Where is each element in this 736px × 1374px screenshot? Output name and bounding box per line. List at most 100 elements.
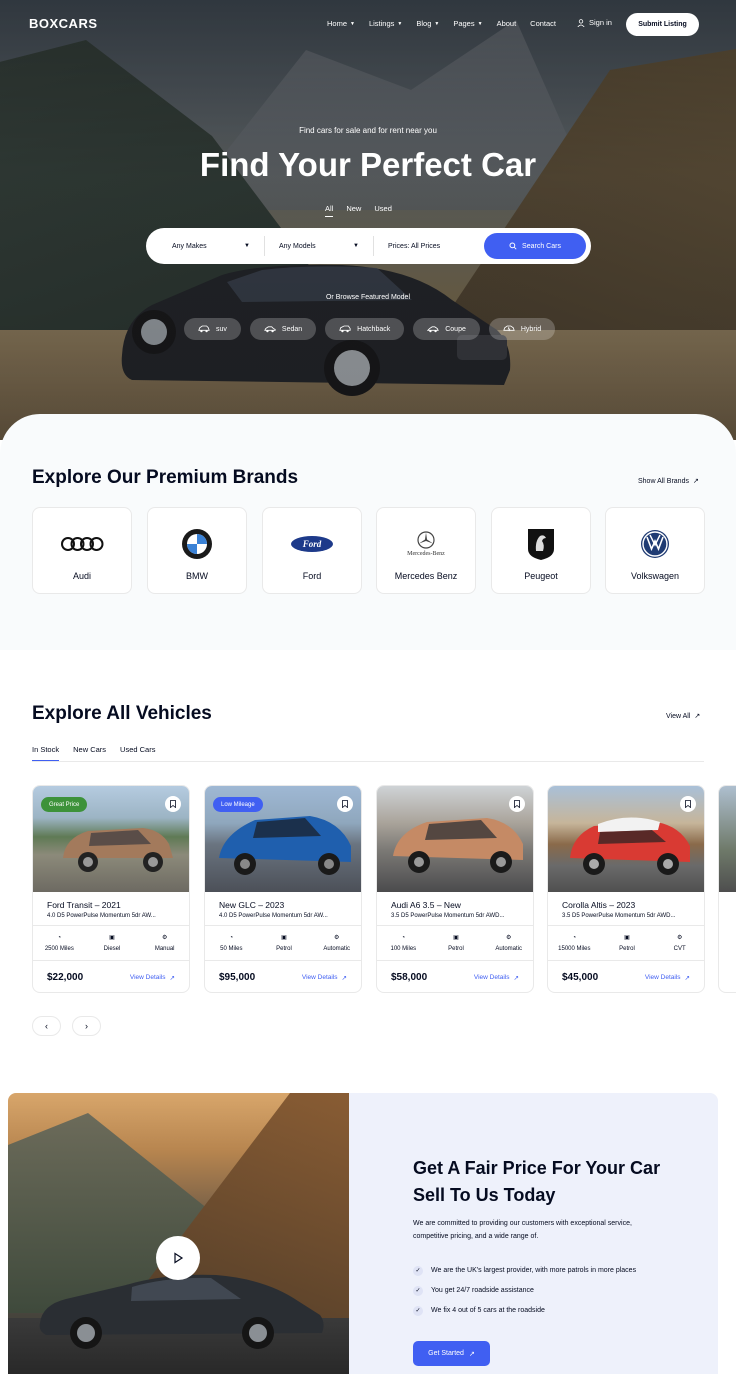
vehicle-specs: ◔ 100 Miles ▣ Petrol ⚙ Automatic: [377, 925, 533, 961]
spec-value: 50 Miles: [220, 945, 243, 952]
view-details-link[interactable]: View Details ↗: [302, 974, 347, 982]
show-all-brands-label: Show All Brands: [638, 477, 689, 485]
models-select-value: Any Models: [279, 242, 316, 250]
models-select[interactable]: Any Models ▼: [265, 228, 373, 264]
spec-mileage: ◔ 2500 Miles: [33, 926, 86, 960]
gearbox-icon: ⚙: [676, 935, 683, 941]
get-started-label: Get Started: [428, 1350, 464, 1357]
peugeot-logo-icon: [492, 526, 590, 562]
play-video-button[interactable]: [156, 1236, 200, 1280]
chevron-down-icon: ▼: [397, 20, 403, 27]
page: BOXCARS Home ▼ Listings ▼ Blog ▼ Pages ▼ Abo…: [0, 0, 736, 1374]
vehicle-badge: Low Mileage: [213, 797, 263, 812]
brand-card-bmw[interactable]: BMW: [147, 507, 247, 594]
brand-card-volkswagen[interactable]: Volkswagen: [605, 507, 705, 594]
view-all-label: View All: [666, 712, 691, 720]
suv-icon: [198, 325, 210, 333]
view-details-link[interactable]: View Details ↗: [130, 974, 175, 982]
chip-hybrid[interactable]: Hybrid: [488, 318, 556, 340]
tab-new[interactable]: New: [346, 204, 361, 217]
view-details-label: View Details: [129, 974, 166, 981]
nav-item-about[interactable]: About: [497, 19, 517, 28]
vehicle-card[interactable]: Great Price Ford Transit – 2021 4.0 D5 P…: [32, 785, 190, 993]
speedometer-icon: ◔: [401, 934, 406, 941]
bookmark-icon[interactable]: [680, 796, 696, 812]
gearbox-icon: ⚙: [161, 935, 168, 941]
speedometer-icon: ◔: [572, 934, 577, 941]
spec-transmission: ⚙ Manual: [138, 926, 189, 960]
chip-suv[interactable]: suv: [184, 318, 241, 340]
vehicle-card[interactable]: Corolla Altis – 2023 3.5 D5 PowerPulse M…: [547, 785, 705, 993]
carousel-next-button[interactable]: ›: [72, 1016, 101, 1036]
signin-link[interactable]: Sign in: [577, 18, 612, 27]
volkswagen-logo-icon: [606, 526, 704, 562]
brand-card-audi[interactable]: Audi: [32, 507, 132, 594]
brand-card-mercedes[interactable]: Mercedes-Benz Mercedes Benz: [376, 507, 476, 594]
get-started-button[interactable]: Get Started ↗: [413, 1341, 490, 1366]
vehicle-description: 4.0 D5 PowerPulse Momentum 5dr AW...: [47, 913, 156, 919]
submit-listing-button[interactable]: Submit Listing: [626, 13, 699, 36]
sell-description: We are committed to providing our custom…: [413, 1220, 632, 1240]
vehicle-specs: ◔ 15000 Miles ▣ Petrol ⚙ CVT: [548, 925, 704, 961]
sedan-icon: [264, 326, 276, 333]
nav-item-blog[interactable]: Blog ▼: [416, 19, 439, 28]
tab-new-cars[interactable]: New Cars: [73, 745, 106, 761]
vehicle-price: $58,000: [391, 972, 428, 983]
ford-logo-icon: Ford: [263, 526, 361, 562]
vehicles-section: Explore All Vehicles View All ↗ In Stock…: [0, 650, 736, 1090]
spec-mileage: ◔ 100 Miles: [377, 926, 430, 960]
logo[interactable]: BOXCARS: [29, 16, 98, 31]
bookmark-icon[interactable]: [509, 796, 525, 812]
tab-in-stock[interactable]: In Stock: [32, 745, 60, 761]
show-all-brands-link[interactable]: Show All Brands ↗: [638, 477, 699, 486]
nav-item-contact[interactable]: Contact: [530, 19, 556, 28]
arrow-up-right-icon: ↗: [341, 975, 347, 982]
top-navbar: BOXCARS Home ▼ Listings ▼ Blog ▼ Pages ▼ Abo…: [0, 0, 736, 48]
chip-label: Hybrid: [520, 325, 542, 333]
chip-hatchback[interactable]: Hatchback: [325, 318, 405, 340]
sell-benefits-list: ✓ We are the UK's largest provider, with …: [413, 1265, 636, 1316]
chip-coupe[interactable]: Coupe: [413, 318, 480, 340]
browse-featured-label: Or Browse Featured Model: [325, 294, 411, 301]
brand-card-ford[interactable]: Ford Ford: [262, 507, 362, 594]
search-cars-label: Search Cars: [522, 242, 561, 250]
makes-select[interactable]: Any Makes ▼: [146, 228, 264, 264]
hatchback-icon: [339, 325, 351, 333]
vehicle-card-partial[interactable]: [718, 785, 736, 993]
prices-select[interactable]: Prices: All Prices: [374, 228, 474, 264]
nav-item-pages[interactable]: Pages ▼: [453, 19, 482, 28]
view-details-link[interactable]: View Details ↗: [645, 974, 690, 982]
hero-subtitle: Find cars for sale and for rent near you: [299, 126, 437, 135]
vehicle-card[interactable]: Audi A6 3.5 – New 3.5 D5 PowerPulse Mome…: [376, 785, 534, 993]
bmw-logo-icon: [148, 526, 246, 562]
bookmark-icon[interactable]: [337, 796, 353, 812]
bookmark-icon[interactable]: [165, 796, 181, 812]
nav-item-home[interactable]: Home ▼: [327, 19, 355, 28]
vehicle-badge: Great Price: [41, 797, 88, 812]
vehicle-card[interactable]: Low Mileage New GLC – 2023 4.0 D5 PowerP…: [204, 785, 362, 993]
chip-sedan[interactable]: Sedan: [249, 318, 317, 340]
vehicle-description: 4.0 D5 PowerPulse Momentum 5dr AW...: [219, 913, 328, 919]
tab-used[interactable]: Used: [374, 204, 392, 217]
search-cars-button[interactable]: Search Cars: [484, 233, 586, 259]
vehicle-price: $22,000: [47, 972, 84, 983]
spec-value: 15000 Miles: [558, 945, 591, 952]
nav-item-listings[interactable]: Listings ▼: [369, 19, 402, 28]
tabs-divider: [32, 761, 704, 762]
play-icon: [174, 1252, 184, 1264]
user-icon: [577, 18, 585, 27]
vehicle-image: Great Price: [33, 786, 189, 892]
spec-value: Petrol: [448, 946, 464, 952]
carousel-prev-button[interactable]: ‹: [32, 1016, 61, 1036]
view-all-link[interactable]: View All ↗: [666, 712, 700, 721]
audi-logo-icon: [33, 526, 131, 562]
brand-card-peugeot[interactable]: Peugeot: [491, 507, 591, 594]
tab-all[interactable]: All: [325, 204, 334, 217]
spec-fuel: ▣ Petrol: [258, 926, 311, 960]
view-details-link[interactable]: View Details ↗: [474, 974, 519, 982]
brand-name: Audi: [72, 571, 91, 581]
tab-used-cars[interactable]: Used Cars: [120, 745, 155, 761]
makes-select-value: Any Makes: [172, 242, 207, 250]
vehicle-price: $45,000: [562, 972, 599, 983]
spec-value: Petrol: [619, 946, 635, 952]
